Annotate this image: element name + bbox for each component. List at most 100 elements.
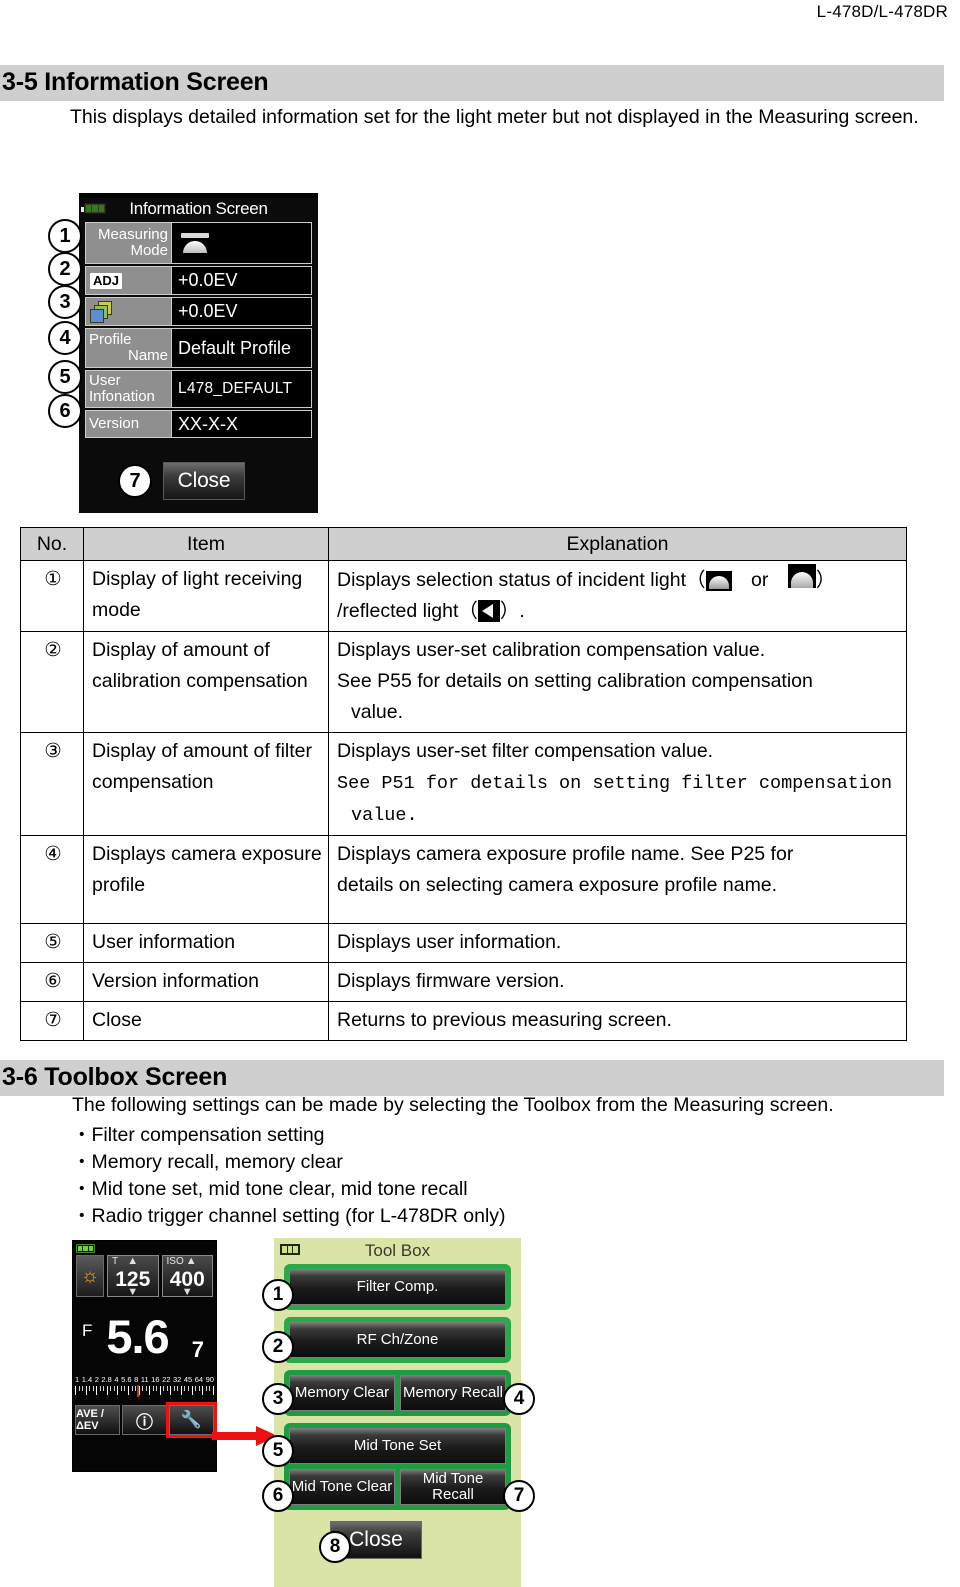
info-row-profile-name: Profile Name Default Profile bbox=[85, 328, 312, 368]
sun-icon[interactable]: ☼ bbox=[76, 1255, 104, 1297]
callout-8: 8 bbox=[319, 1531, 351, 1563]
toolbox-bullet-2: ・Mid tone set, mid tone clear, mid tone … bbox=[72, 1178, 468, 1200]
iso-stepper[interactable]: ISO ▲ 400 ▼ bbox=[161, 1255, 213, 1298]
mid-tone-clear-button[interactable]: Mid Tone Clear bbox=[289, 1469, 395, 1505]
toolbox-bullet-3: ・Radio trigger channel setting (for L-47… bbox=[72, 1205, 506, 1227]
table-row: ⑤ User information Displays user informa… bbox=[20, 923, 907, 963]
toolbox-titlebar: Tool Box bbox=[274, 1238, 521, 1264]
callout-1: 1 bbox=[262, 1279, 294, 1311]
scale-label: 90 bbox=[205, 1375, 214, 1384]
memory-clear-button[interactable]: Memory Clear bbox=[289, 1375, 395, 1411]
adj-badge: ADJ bbox=[90, 272, 123, 289]
toolbox-title: Tool Box bbox=[364, 1241, 431, 1260]
row-explanation: Displays selection status of incident li… bbox=[328, 560, 907, 632]
info-row-value: Default Profile bbox=[172, 329, 311, 367]
mid-tone-set-button[interactable]: Mid Tone Set bbox=[289, 1428, 506, 1464]
row-item: Display of light receiving mode bbox=[83, 560, 329, 632]
table-row: ⑥ Version information Displays firmware … bbox=[20, 962, 907, 1002]
section-toolbox-intro: The following settings can be made by se… bbox=[72, 1094, 834, 1116]
row-no: ④ bbox=[20, 835, 84, 924]
info-row-value: +0.0EV bbox=[172, 267, 311, 294]
table-row: ② Display of amount of calibration compe… bbox=[20, 631, 907, 733]
row-explanation: Displays camera exposure profile name. S… bbox=[328, 835, 907, 924]
ave-dev-button[interactable]: AVE /ΔEV bbox=[75, 1405, 120, 1435]
information-rows: Measuring Mode ADJ +0.0EV +0.0EV Profile… bbox=[79, 222, 318, 438]
row-explanation: Returns to previous measuring screen. bbox=[328, 1001, 907, 1041]
measuring-bottom-bar: AVE /ΔEV ⓘ 🔧 bbox=[73, 1402, 217, 1438]
callout-5: 5 bbox=[262, 1435, 294, 1467]
battery-icon bbox=[76, 1244, 95, 1253]
measuring-statusbar bbox=[73, 1241, 216, 1255]
toolbox-group-filter: Filter Comp. bbox=[284, 1264, 511, 1310]
mid-tone-button-row: Mid Tone Clear Mid Tone Recall bbox=[289, 1469, 506, 1505]
scale-label: 1 bbox=[75, 1375, 80, 1384]
row-item: User information bbox=[83, 923, 329, 963]
info-row-value bbox=[172, 223, 311, 263]
aperture-readout: F 5.6 7 bbox=[73, 1297, 216, 1375]
information-screen-titlebar: Information Screen bbox=[79, 198, 318, 222]
callout-7: 7 bbox=[118, 464, 152, 498]
row-no: ① bbox=[20, 560, 84, 632]
info-row-user-information: User Infonation L478_DEFAULT bbox=[85, 370, 312, 408]
wrench-icon[interactable]: 🔧 bbox=[166, 1402, 217, 1438]
callout-2: 2 bbox=[262, 1331, 294, 1363]
mid-tone-recall-button[interactable]: Mid Tone Recall bbox=[400, 1469, 506, 1505]
scale-label: 45 bbox=[183, 1375, 193, 1384]
info-label-line2: Name bbox=[127, 347, 168, 364]
callout-7: 7 bbox=[503, 1480, 535, 1512]
row-no: ② bbox=[20, 631, 84, 733]
row-item: Display of amount of calibration compens… bbox=[83, 631, 329, 733]
header-no: No. bbox=[20, 527, 84, 561]
row-no: ③ bbox=[20, 732, 84, 836]
scale-label: 4 bbox=[114, 1375, 119, 1384]
exp-line-3: value. bbox=[351, 805, 418, 826]
incident-flat-dome-icon bbox=[787, 564, 816, 588]
scale-label: 22 bbox=[162, 1375, 171, 1384]
info-label-line1: Profile bbox=[89, 331, 132, 348]
scale-labels: 1 1.4 2 2.8 4 5.6 8 11 16 22 32 45 64 90 bbox=[75, 1375, 214, 1384]
rf-ch-zone-button[interactable]: RF Ch/Zone bbox=[289, 1322, 506, 1358]
toolbox-bullet-1: ・Memory recall, memory clear bbox=[72, 1151, 343, 1173]
callout-3: 3 bbox=[48, 285, 82, 319]
row-no: ⑥ bbox=[20, 962, 84, 1002]
info-row-label: Profile Name bbox=[86, 329, 172, 367]
callout-3: 3 bbox=[262, 1383, 294, 1415]
page-header: L-478D/L-478DR bbox=[816, 2, 948, 21]
row-item: Display of amount of filter compensation bbox=[83, 732, 329, 836]
info-icon[interactable]: ⓘ bbox=[122, 1405, 167, 1435]
shutter-stepper[interactable]: T ▲ 125 ▼ bbox=[107, 1255, 159, 1298]
memory-button-row: Memory Clear Memory Recall bbox=[289, 1375, 506, 1411]
exp-line-3: value. bbox=[351, 701, 404, 723]
information-screen-title: Information Screen bbox=[129, 199, 268, 218]
information-screen-device: Information Screen Measuring Mode ADJ +0… bbox=[79, 193, 318, 513]
filter-comp-button[interactable]: Filter Comp. bbox=[289, 1269, 506, 1305]
table-row: ③ Display of amount of filter compensati… bbox=[20, 732, 907, 836]
info-row-value: XX-X-X bbox=[172, 411, 311, 437]
chevron-up-icon[interactable]: ▲ bbox=[108, 1255, 158, 1267]
scale-label: 16 bbox=[151, 1375, 160, 1384]
exp-text: ） bbox=[815, 569, 836, 591]
info-row-version: Version XX-X-X bbox=[85, 410, 312, 438]
chevron-up-icon[interactable]: ▲ bbox=[171, 1255, 213, 1267]
toolbox-close-area: Close bbox=[274, 1517, 521, 1563]
section-heading-toolbox-screen: 3-6 Toolbox Screen bbox=[0, 1060, 944, 1096]
info-row-label: Measuring Mode bbox=[86, 223, 172, 263]
table-row: ⑦ Close Returns to previous measuring sc… bbox=[20, 1001, 907, 1041]
table-row: ④ Displays camera exposure profile Displ… bbox=[20, 835, 907, 924]
row-no: ⑤ bbox=[20, 923, 84, 963]
information-close-area: Close bbox=[79, 440, 318, 506]
info-label-line1: Version bbox=[89, 415, 140, 432]
info-row-value: +0.0EV bbox=[172, 298, 311, 325]
exp-line-1: Displays user-set filter compensation va… bbox=[337, 740, 714, 762]
memory-recall-button[interactable]: Memory Recall bbox=[400, 1375, 506, 1411]
header-explanation: Explanation bbox=[328, 527, 907, 561]
filter-stack-icon bbox=[90, 300, 114, 323]
measuring-controls: ☼ T ▲ 125 ▼ ISO ▲ 400 ▼ bbox=[73, 1255, 216, 1298]
exp-line-2: details on selecting camera exposure pro… bbox=[337, 874, 778, 896]
scale-label: 32 bbox=[172, 1375, 182, 1384]
callout-6: 6 bbox=[262, 1480, 294, 1512]
scale-ticks bbox=[75, 1386, 214, 1396]
exp-text: /reflected light（ bbox=[337, 600, 478, 622]
close-button[interactable]: Close bbox=[163, 462, 245, 500]
callout-2: 2 bbox=[48, 252, 82, 286]
